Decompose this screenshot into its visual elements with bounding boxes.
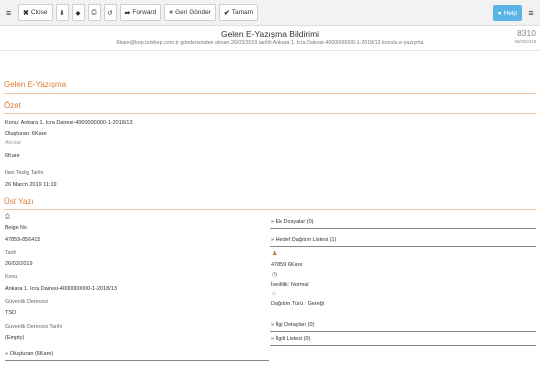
document-header: Gelen E-Yazışma Bildirimi 6kare@kep.turk… [0,27,540,49]
clock-icon: ◷ [272,272,278,278]
olusturan-divider [5,360,269,361]
belge-no-label: Belge No [5,225,27,231]
undo-icon: ↺ [107,9,113,17]
ust-yazi-divider [4,209,536,210]
users-icon: ♟ [272,251,278,257]
attachment-icon[interactable]: ⎙ [5,214,10,221]
help-label: Help [503,9,517,17]
page-subtitle: 6kare@kep.turkkep.com.tr gönderisinden a… [116,40,424,46]
document-date: 26/03/2019 [514,39,536,44]
konu-value: Ankara 1. Icra Dairesi-4000000000-1-2018… [5,286,117,292]
tarih-value: 26/03/2019 [5,261,33,267]
alicilar-label: Alıcılar [5,140,22,146]
tamam-button[interactable]: ✔ Tamam [218,4,259,21]
forward-label: Forward [132,9,157,16]
help-icon: ● [497,9,502,17]
ozet-divider [4,113,536,114]
rewind-icon: « [169,9,174,16]
ilwo-value: 26 March 2019 11:19 [5,182,57,188]
guvenlik-value: TSD [5,310,16,316]
forward-button[interactable]: ➦ Forward [119,4,162,21]
tag-icon: ◆ [75,9,81,17]
ilgili-listesi-divider [270,345,536,346]
download-button[interactable]: ⬇ [55,4,69,21]
dagitim-turu: Dağıtım Türü : Gereği [271,301,325,307]
undo-button[interactable]: ↺ [103,4,117,21]
ilwo-label: Ilwo Teslig Tarihi [5,170,44,176]
header-divider [0,50,540,51]
close-icon: ✖ [23,9,29,17]
document-number: 8310 [517,28,536,38]
close-button[interactable]: ✖ Close [18,4,53,21]
ilgi-detaylari-link[interactable]: » İlgi Detayları (0) [271,322,314,328]
tamam-label: Tamam [231,9,254,16]
alicilar-value: 6Kare [5,153,20,159]
menu-icon[interactable]: ≡ [2,4,15,21]
help-button[interactable]: ● Help [492,5,522,21]
tarih-label: Tarih [5,250,17,256]
distribution-icon: ⌂ [272,291,276,297]
menu-right-icon[interactable]: ≡ [525,5,537,21]
ek-dosyalar-divider [270,228,536,229]
print-icon: ⎙ [91,8,97,16]
print-button[interactable]: ⎙ [87,4,101,21]
ozet-konu: Konu: Ankara 1. Icra Dairesi-4000000000-… [5,120,133,126]
konu-label: Konu [5,274,18,280]
forward-icon: ➦ [124,9,131,17]
geri-gonder-button[interactable]: «Geri Gönder [164,4,216,21]
ozet-title: Özet [4,101,21,110]
ust-yazi-title: Üst Yazı [4,197,34,206]
ilgi-detaylari-divider [270,331,536,332]
tag-button[interactable]: ◆ [71,4,85,21]
hedef-dagitim-link[interactable]: » Hedef Dağıtım Listesi (1) [271,237,336,243]
main-section-divider [4,93,536,94]
toolbar: ≡ ✖ Close ⬇ ◆ ⎙ ↺ ➦ Forward «Geri Gönder ✔… [0,0,540,26]
guvenlik-tarihi-value: (Empty) [5,335,25,341]
geri-gonder-label: Geri Gönder [175,9,211,16]
download-icon: ⬇ [59,9,65,17]
ilgili-listesi-link[interactable]: » İlgili Listesi (0) [271,336,310,342]
guvenlik-label: Güvenlik Derecesi [5,299,48,305]
main-section-title: Gelen E-Yazışma [4,80,67,89]
check-icon: ✔ [223,9,230,17]
hedef-dagitim-divider [270,246,536,247]
hedef-kurum: 47859 6Kare [271,262,303,268]
ek-dosyalar-link[interactable]: » Ek Dosyalar (0) [271,219,314,225]
ozet-olusturan: Oluşturan: 6Kare [5,131,47,137]
belge-no-value: 47859-856415 [5,237,41,243]
olusturan-link[interactable]: » Oluşturan (6Kare) [5,351,53,357]
guvenlik-tarihi-label: Güvenlik Derecesi Tarihi [5,324,63,330]
close-label: Close [30,9,48,16]
ivedilik: İvedilik: Normal [271,282,309,288]
page-title: Gelen E-Yazışma Bildirimi [220,29,320,39]
